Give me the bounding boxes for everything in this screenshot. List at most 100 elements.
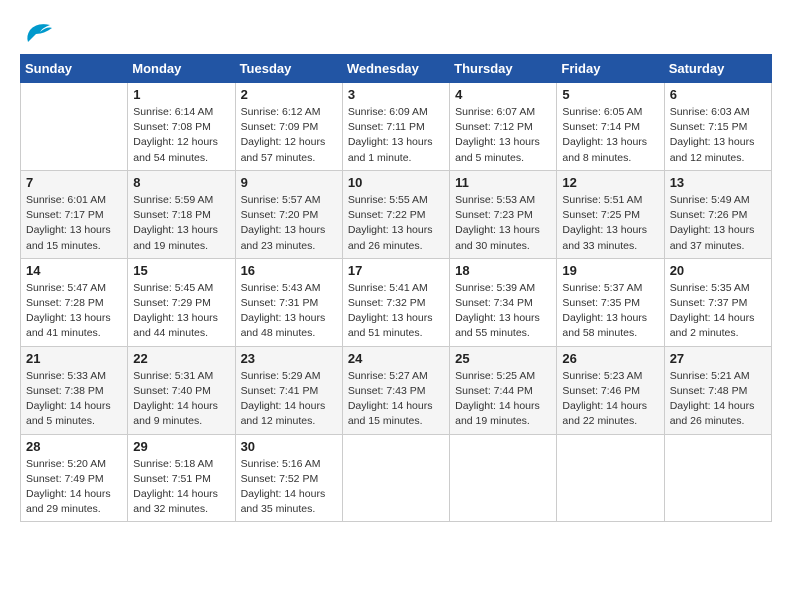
day-number: 23 xyxy=(241,351,337,366)
calendar-week-row: 7 Sunrise: 6:01 AMSunset: 7:17 PMDaylight… xyxy=(21,170,772,258)
calendar-cell: 4 Sunrise: 6:07 AMSunset: 7:12 PMDaylight… xyxy=(450,83,557,171)
calendar-cell: 8Sunrise: 5:59 AMSunset: 7:18 PMDaylight… xyxy=(128,170,235,258)
calendar-cell: 3 Sunrise: 6:09 AMSunset: 7:11 PMDaylight… xyxy=(342,83,449,171)
day-info: Sunrise: 5:45 AMSunset: 7:29 PMDaylight:… xyxy=(133,281,229,342)
day-number: 18 xyxy=(455,263,551,278)
day-number: 26 xyxy=(562,351,658,366)
calendar-cell: 7 Sunrise: 6:01 AMSunset: 7:17 PMDaylight… xyxy=(21,170,128,258)
day-info: Sunrise: 6:03 AMSunset: 7:15 PMDaylight:… xyxy=(670,105,766,166)
day-number: 3 xyxy=(348,87,444,102)
day-info: Sunrise: 5:29 AMSunset: 7:41 PMDaylight:… xyxy=(241,369,337,430)
day-number: 5 xyxy=(562,87,658,102)
day-number: 8 xyxy=(133,175,229,190)
logo-bird-icon xyxy=(22,20,52,44)
day-number: 7 xyxy=(26,175,122,190)
day-info: Sunrise: 5:16 AMSunset: 7:52 PMDaylight:… xyxy=(241,457,337,518)
day-number: 15 xyxy=(133,263,229,278)
header-day-saturday: Saturday xyxy=(664,55,771,83)
calendar-cell xyxy=(21,83,128,171)
day-info: Sunrise: 5:31 AMSunset: 7:40 PMDaylight:… xyxy=(133,369,229,430)
day-info: Sunrise: 5:49 AMSunset: 7:26 PMDaylight:… xyxy=(670,193,766,254)
calendar-cell: 5 Sunrise: 6:05 AMSunset: 7:14 PMDaylight… xyxy=(557,83,664,171)
calendar-cell: 9 Sunrise: 5:57 AMSunset: 7:20 PMDaylight… xyxy=(235,170,342,258)
day-info: Sunrise: 5:35 AMSunset: 7:37 PMDaylight:… xyxy=(670,281,766,342)
day-number: 11 xyxy=(455,175,551,190)
day-number: 4 xyxy=(455,87,551,102)
day-number: 28 xyxy=(26,439,122,454)
day-info: Sunrise: 5:51 AMSunset: 7:25 PMDaylight:… xyxy=(562,193,658,254)
calendar-cell: 28 Sunrise: 5:20 AMSunset: 7:49 PMDayligh… xyxy=(21,434,128,522)
day-info: Sunrise: 6:09 AMSunset: 7:11 PMDaylight:… xyxy=(348,105,444,166)
calendar-cell: 15 Sunrise: 5:45 AMSunset: 7:29 PMDayligh… xyxy=(128,258,235,346)
day-info: Sunrise: 5:21 AMSunset: 7:48 PMDaylight:… xyxy=(670,369,766,430)
header-day-sunday: Sunday xyxy=(21,55,128,83)
calendar-cell xyxy=(557,434,664,522)
calendar-cell: 23 Sunrise: 5:29 AMSunset: 7:41 PMDayligh… xyxy=(235,346,342,434)
calendar-cell: 21 Sunrise: 5:33 AMSunset: 7:38 PMDayligh… xyxy=(21,346,128,434)
calendar-cell: 11 Sunrise: 5:53 AMSunset: 7:23 PMDayligh… xyxy=(450,170,557,258)
day-number: 30 xyxy=(241,439,337,454)
calendar-week-row: 1Sunrise: 6:14 AMSunset: 7:08 PMDaylight… xyxy=(21,83,772,171)
header-day-wednesday: Wednesday xyxy=(342,55,449,83)
calendar-cell xyxy=(450,434,557,522)
header-day-friday: Friday xyxy=(557,55,664,83)
day-number: 13 xyxy=(670,175,766,190)
day-number: 17 xyxy=(348,263,444,278)
day-number: 19 xyxy=(562,263,658,278)
day-info: Sunrise: 6:01 AMSunset: 7:17 PMDaylight:… xyxy=(26,193,122,254)
calendar-header-row: SundayMondayTuesdayWednesdayThursdayFrid… xyxy=(21,55,772,83)
calendar-cell: 1Sunrise: 6:14 AMSunset: 7:08 PMDaylight… xyxy=(128,83,235,171)
calendar-cell: 20 Sunrise: 5:35 AMSunset: 7:37 PMDayligh… xyxy=(664,258,771,346)
day-info: Sunrise: 5:33 AMSunset: 7:38 PMDaylight:… xyxy=(26,369,122,430)
calendar-table: SundayMondayTuesdayWednesdayThursdayFrid… xyxy=(20,54,772,522)
day-info: Sunrise: 5:27 AMSunset: 7:43 PMDaylight:… xyxy=(348,369,444,430)
day-info: Sunrise: 6:07 AMSunset: 7:12 PMDaylight:… xyxy=(455,105,551,166)
calendar-week-row: 21 Sunrise: 5:33 AMSunset: 7:38 PMDayligh… xyxy=(21,346,772,434)
calendar-cell: 13 Sunrise: 5:49 AMSunset: 7:26 PMDayligh… xyxy=(664,170,771,258)
calendar-cell: 12 Sunrise: 5:51 AMSunset: 7:25 PMDayligh… xyxy=(557,170,664,258)
day-info: Sunrise: 6:12 AMSunset: 7:09 PMDaylight:… xyxy=(241,105,337,166)
day-number: 14 xyxy=(26,263,122,278)
day-number: 25 xyxy=(455,351,551,366)
day-info: Sunrise: 5:55 AMSunset: 7:22 PMDaylight:… xyxy=(348,193,444,254)
day-number: 24 xyxy=(348,351,444,366)
day-number: 20 xyxy=(670,263,766,278)
day-number: 9 xyxy=(241,175,337,190)
day-info: Sunrise: 5:47 AMSunset: 7:28 PMDaylight:… xyxy=(26,281,122,342)
calendar-week-row: 28 Sunrise: 5:20 AMSunset: 7:49 PMDayligh… xyxy=(21,434,772,522)
calendar-cell: 16Sunrise: 5:43 AMSunset: 7:31 PMDayligh… xyxy=(235,258,342,346)
day-number: 27 xyxy=(670,351,766,366)
calendar-cell: 2 Sunrise: 6:12 AMSunset: 7:09 PMDaylight… xyxy=(235,83,342,171)
day-info: Sunrise: 5:23 AMSunset: 7:46 PMDaylight:… xyxy=(562,369,658,430)
day-info: Sunrise: 5:39 AMSunset: 7:34 PMDaylight:… xyxy=(455,281,551,342)
calendar-cell: 24 Sunrise: 5:27 AMSunset: 7:43 PMDayligh… xyxy=(342,346,449,434)
calendar-cell: 10 Sunrise: 5:55 AMSunset: 7:22 PMDayligh… xyxy=(342,170,449,258)
day-number: 22 xyxy=(133,351,229,366)
day-number: 2 xyxy=(241,87,337,102)
day-number: 21 xyxy=(26,351,122,366)
day-info: Sunrise: 5:53 AMSunset: 7:23 PMDaylight:… xyxy=(455,193,551,254)
header xyxy=(20,20,772,44)
calendar-cell: 26 Sunrise: 5:23 AMSunset: 7:46 PMDayligh… xyxy=(557,346,664,434)
calendar-cell: 29 Sunrise: 5:18 AMSunset: 7:51 PMDayligh… xyxy=(128,434,235,522)
day-info: Sunrise: 5:41 AMSunset: 7:32 PMDaylight:… xyxy=(348,281,444,342)
calendar-cell: 19Sunrise: 5:37 AMSunset: 7:35 PMDayligh… xyxy=(557,258,664,346)
calendar-cell xyxy=(342,434,449,522)
calendar-cell: 27 Sunrise: 5:21 AMSunset: 7:48 PMDayligh… xyxy=(664,346,771,434)
header-day-thursday: Thursday xyxy=(450,55,557,83)
day-info: Sunrise: 6:05 AMSunset: 7:14 PMDaylight:… xyxy=(562,105,658,166)
day-number: 10 xyxy=(348,175,444,190)
calendar-week-row: 14 Sunrise: 5:47 AMSunset: 7:28 PMDayligh… xyxy=(21,258,772,346)
day-number: 1 xyxy=(133,87,229,102)
calendar-cell: 6Sunrise: 6:03 AMSunset: 7:15 PMDaylight… xyxy=(664,83,771,171)
day-info: Sunrise: 5:18 AMSunset: 7:51 PMDaylight:… xyxy=(133,457,229,518)
day-number: 29 xyxy=(133,439,229,454)
header-day-tuesday: Tuesday xyxy=(235,55,342,83)
day-number: 12 xyxy=(562,175,658,190)
calendar-cell: 17 Sunrise: 5:41 AMSunset: 7:32 PMDayligh… xyxy=(342,258,449,346)
calendar-cell: 30 Sunrise: 5:16 AMSunset: 7:52 PMDayligh… xyxy=(235,434,342,522)
calendar-cell xyxy=(664,434,771,522)
day-info: Sunrise: 5:57 AMSunset: 7:20 PMDaylight:… xyxy=(241,193,337,254)
logo xyxy=(20,20,52,44)
day-info: Sunrise: 5:20 AMSunset: 7:49 PMDaylight:… xyxy=(26,457,122,518)
